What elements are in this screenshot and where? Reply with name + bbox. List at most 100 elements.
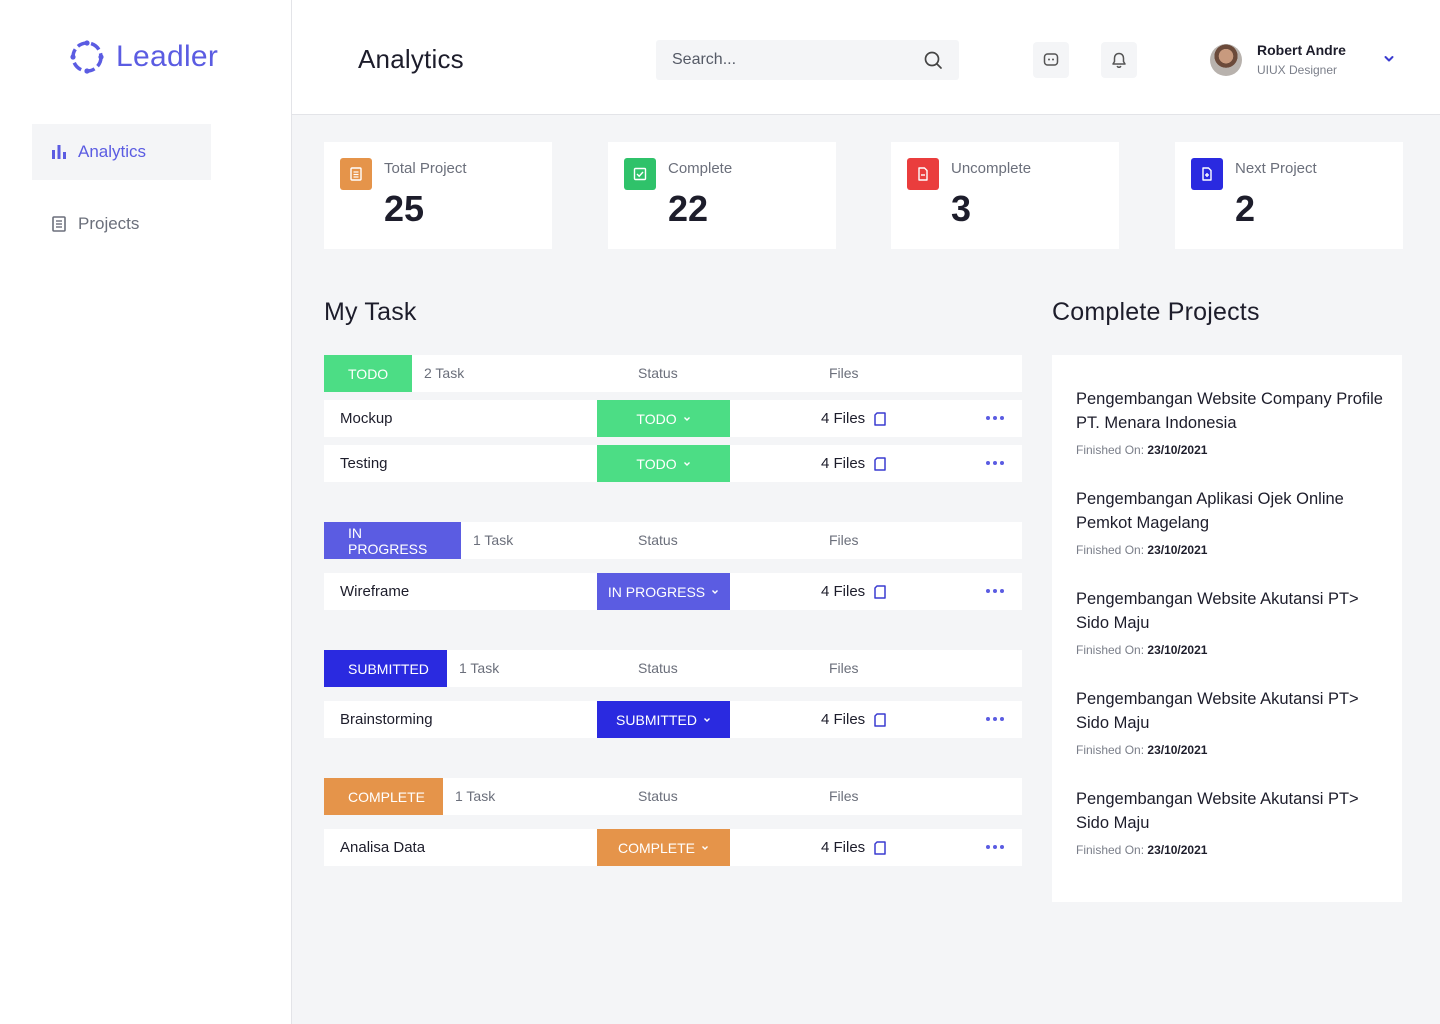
group-tag[interactable]: IN PROGRESS — [324, 522, 461, 559]
user-name: Robert Andre — [1257, 42, 1346, 58]
status-label: IN PROGRESS — [607, 583, 706, 600]
list-item[interactable]: Pengembangan Website Company Profile PT.… — [1076, 387, 1386, 457]
files-count: 4 Files — [821, 711, 866, 728]
chevron-down-icon — [683, 416, 690, 421]
document-icon — [52, 216, 66, 232]
group-count: 1 Task — [473, 532, 514, 548]
status-column-header: Status — [638, 365, 678, 381]
stat-label: Complete — [668, 160, 733, 177]
file-icon — [874, 840, 886, 855]
more-options-icon[interactable] — [984, 455, 1006, 471]
stat-label: Next Project — [1235, 160, 1317, 177]
search-bar[interactable] — [656, 40, 959, 80]
chat-icon — [1043, 53, 1059, 66]
more-options-icon[interactable] — [984, 711, 1006, 727]
files-column-header: Files — [829, 532, 859, 548]
app-logo[interactable]: Leadler — [68, 38, 218, 76]
user-role: UIUX Designer — [1257, 63, 1338, 77]
task-name: Testing — [340, 455, 388, 472]
table-row[interactable]: Testing TODO 4 Files — [324, 445, 1022, 482]
finished-date: 23/10/2021 — [1147, 843, 1208, 857]
finished-meta: Finished On: 23/10/2021 — [1076, 443, 1386, 457]
notifications-button[interactable] — [1101, 42, 1137, 78]
status-dropdown[interactable]: TODO — [597, 400, 730, 437]
finished-meta: Finished On: 23/10/2021 — [1076, 543, 1386, 557]
my-task-title: My Task — [324, 298, 417, 326]
files-link[interactable]: 4 Files — [821, 583, 888, 600]
finished-label: Finished On: — [1076, 743, 1145, 757]
sidebar-item-analytics[interactable]: Analytics — [32, 124, 211, 180]
finished-label: Finished On: — [1076, 843, 1145, 857]
file-icon — [874, 584, 886, 599]
task-group-submitted-header: SUBMITTED 1 Task Status Files — [324, 650, 1022, 687]
more-options-icon[interactable] — [984, 839, 1006, 855]
table-row[interactable]: Brainstorming SUBMITTED 4 Files — [324, 701, 1022, 738]
sidebar-item-projects[interactable]: Projects — [32, 196, 211, 252]
list-item[interactable]: Pengembangan Website Akutansi PT> Sido M… — [1076, 787, 1386, 857]
files-link[interactable]: 4 Files — [821, 711, 888, 728]
chevron-down-icon — [702, 845, 708, 850]
status-label: SUBMITTED — [616, 711, 697, 728]
chat-button[interactable] — [1033, 42, 1069, 78]
files-count: 4 Files — [821, 583, 866, 600]
list-item[interactable]: Pengembangan Aplikasi Ojek Online Pemkot… — [1076, 487, 1386, 557]
status-label: TODO — [636, 455, 677, 472]
files-count: 4 Files — [821, 410, 866, 427]
list-item[interactable]: Pengembangan Website Akutansi PT> Sido M… — [1076, 687, 1386, 757]
finished-date: 23/10/2021 — [1147, 543, 1208, 557]
finished-date: 23/10/2021 — [1147, 443, 1208, 457]
avatar[interactable] — [1210, 44, 1242, 76]
chevron-down-icon — [712, 589, 719, 594]
page-title: Analytics — [358, 44, 464, 74]
search-icon[interactable] — [923, 50, 943, 70]
status-dropdown[interactable]: COMPLETE — [597, 829, 730, 866]
file-plus-icon — [1191, 158, 1223, 190]
file-icon — [874, 411, 886, 426]
sidebar-item-label: Projects — [78, 214, 140, 233]
status-dropdown[interactable]: SUBMITTED — [597, 701, 730, 738]
files-count: 4 Files — [821, 455, 866, 472]
file-icon — [874, 712, 886, 727]
task-group-in-progress-header: IN PROGRESS 1 Task Status Files — [324, 522, 1022, 559]
stat-card-total-project: Total Project 25 — [324, 142, 552, 249]
task-name: Analisa Data — [340, 839, 426, 856]
files-link[interactable]: 4 Files — [821, 410, 888, 427]
bar-chart-icon — [52, 145, 66, 159]
table-row[interactable]: Analisa Data COMPLETE 4 Files — [324, 829, 1022, 866]
status-column-header: Status — [638, 532, 678, 548]
status-dropdown[interactable]: IN PROGRESS — [597, 573, 730, 610]
files-link[interactable]: 4 Files — [821, 839, 888, 856]
file-icon — [874, 456, 886, 471]
chevron-down-icon[interactable] — [1382, 52, 1396, 66]
table-row[interactable]: Wireframe IN PROGRESS 4 Files — [324, 573, 1022, 610]
status-label: TODO — [636, 410, 677, 427]
stat-card-complete: Complete 22 — [608, 142, 836, 249]
table-row[interactable]: Mockup TODO 4 Files — [324, 400, 1022, 437]
more-options-icon[interactable] — [984, 583, 1006, 599]
stat-label: Uncomplete — [951, 160, 1032, 177]
chevron-down-icon — [683, 461, 690, 466]
stat-value: 2 — [1235, 188, 1256, 229]
finished-meta: Finished On: 23/10/2021 — [1076, 743, 1386, 757]
stat-card-uncomplete: Uncomplete 3 — [891, 142, 1119, 249]
sidebar: Leadler Analytics Projects — [0, 0, 292, 1024]
bell-icon — [1112, 52, 1126, 68]
status-column-header: Status — [638, 660, 678, 676]
project-title: Pengembangan Website Akutansi PT> Sido M… — [1076, 590, 1359, 632]
more-options-icon[interactable] — [984, 410, 1006, 426]
files-count: 4 Files — [821, 839, 866, 856]
project-title: Pengembangan Website Akutansi PT> Sido M… — [1076, 790, 1359, 832]
task-group-complete-header: COMPLETE 1 Task Status Files — [324, 778, 1022, 815]
search-input[interactable] — [672, 51, 923, 69]
list-item[interactable]: Pengembangan Website Akutansi PT> Sido M… — [1076, 587, 1386, 657]
files-link[interactable]: 4 Files — [821, 455, 888, 472]
group-count: 1 Task — [459, 660, 500, 676]
group-tag[interactable]: TODO — [324, 355, 412, 392]
complete-projects-list: Pengembangan Website Company Profile PT.… — [1052, 355, 1402, 902]
group-tag[interactable]: COMPLETE — [324, 778, 443, 815]
group-tag[interactable]: SUBMITTED — [324, 650, 447, 687]
status-dropdown[interactable]: TODO — [597, 445, 730, 482]
document-list-icon — [340, 158, 372, 190]
task-group-todo-header: TODO 2 Task Status Files — [324, 355, 1022, 392]
file-minus-icon — [907, 158, 939, 190]
